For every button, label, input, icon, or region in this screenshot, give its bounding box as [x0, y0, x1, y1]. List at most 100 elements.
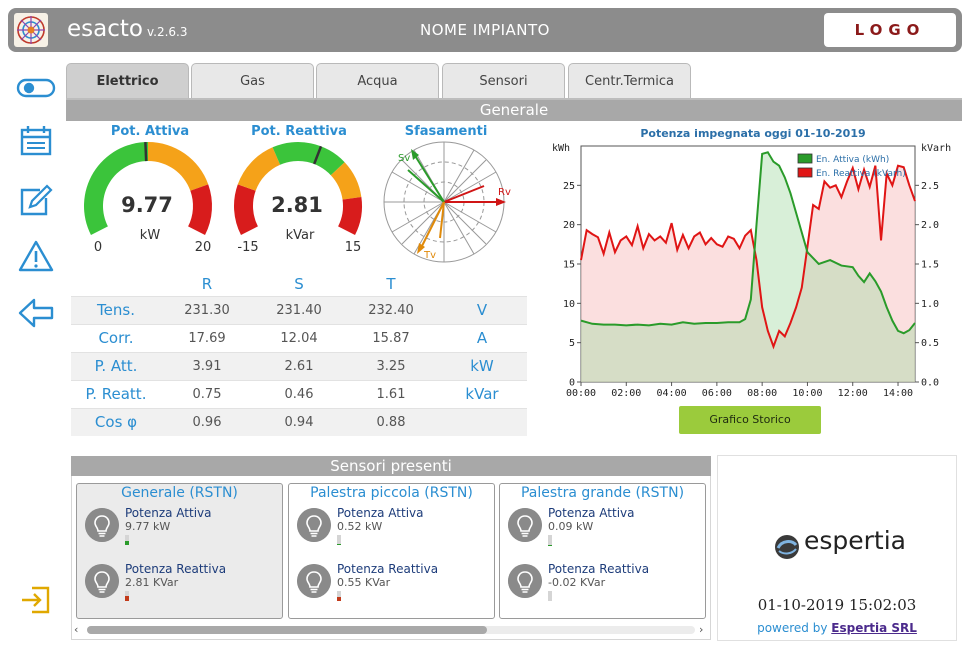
row-unit: V [437, 295, 527, 324]
section-title-generale: Generale [66, 100, 962, 121]
legend-swatch [797, 153, 813, 164]
app-root: esacto v.2.6.3 NOME IMPIANTO LOGO Elettri… [0, 0, 970, 647]
lightbulb-icon [508, 508, 542, 542]
row-label: Cos φ [71, 407, 161, 436]
table-row: Corr. 17.69 12.04 15.87 A [71, 323, 527, 352]
sensor-card-title: Palestra piccola (RSTN) [310, 485, 473, 501]
measures-header-t: T [386, 274, 396, 293]
warning-icon[interactable] [16, 238, 56, 274]
y-tick-label-left: 15 [563, 260, 575, 271]
measures-header-r: R [201, 274, 213, 293]
legend-swatch [797, 167, 813, 178]
sensor-row: Potenza Reattiva -0.02 KVar [508, 562, 698, 602]
plant-name: NOME IMPIANTO [419, 21, 550, 39]
table-row: P. Reatt. 0.75 0.46 1.61 kVar [71, 379, 527, 408]
gauge-reactive-unit: kVar [286, 228, 315, 243]
customer-logo: LOGO [824, 13, 956, 47]
sensor-row-label: Potenza Attiva [337, 506, 424, 520]
gauge-active-min: 0 [94, 240, 102, 255]
row-label: Corr. [71, 323, 161, 352]
sensor-row: Potenza Reattiva 2.81 KVar [85, 562, 275, 602]
tab-centr-termica[interactable]: Centr.Termica [568, 63, 691, 99]
gauge-band [272, 142, 345, 176]
sensor-row-value: 2.81 KVar [125, 576, 179, 589]
sensor-row-label: Potenza Attiva [548, 506, 635, 520]
row-unit: A [437, 323, 527, 352]
sensor-level-fill [337, 596, 341, 601]
gauge-band [84, 142, 148, 236]
tab-acqua[interactable]: Acqua [316, 63, 439, 99]
gauge-title-reactive: Pot. Reattiva [251, 124, 347, 139]
y-tick-label-left: 25 [563, 181, 575, 192]
measures-header-empty [71, 272, 161, 296]
y-tick-label-right: 0.0 [921, 378, 939, 389]
cell-s: 0.94 [253, 407, 345, 436]
lightbulb-icon [85, 508, 119, 542]
sensor-level-fill [337, 543, 341, 545]
scroll-left-icon[interactable]: ‹ [74, 623, 78, 636]
sensor-row-value: 0.52 kW [337, 520, 383, 533]
legend-label: En. Attiva (kWh) [816, 155, 889, 165]
gauge-active-unit: kW [140, 228, 161, 243]
tab-elettrico[interactable]: Elettrico [66, 63, 189, 99]
measures-header-row: R S T [71, 272, 527, 296]
gauge-reactive-power: 2.81 kVar -15 15 [234, 142, 362, 255]
sensor-card[interactable]: Palestra grande (RSTN) Potenza Attiva 0.09… [499, 483, 706, 619]
measures-header-s: S [294, 274, 304, 293]
cell-s: 0.46 [253, 379, 345, 408]
gauge-band [234, 184, 258, 236]
login-icon[interactable] [16, 582, 56, 618]
sensor-card-title: Generale (RSTN) [121, 485, 238, 501]
tab-sensori[interactable]: Sensori [442, 63, 565, 99]
sensor-card[interactable]: Generale (RSTN) Potenza Attiva 9.77 kW Pote… [76, 483, 283, 619]
x-tick-label: 04:00 [657, 388, 687, 399]
y-tick-label-right: 0.5 [921, 338, 939, 349]
row-unit: kW [437, 351, 527, 380]
y-tick-label-left: 10 [563, 299, 575, 310]
sensor-row: Potenza Attiva 9.77 kW [85, 506, 275, 546]
toggle-icon[interactable] [16, 70, 56, 106]
phasor-diagram: Sv Rv Tv [383, 141, 511, 263]
row-label: Tens. [71, 295, 161, 324]
gauge-reactive-min: -15 [237, 240, 258, 255]
phasor-label-rv: Rv [498, 187, 511, 198]
sensor-row-label: Potenza Reattiva [548, 562, 650, 576]
scroll-thumb[interactable] [87, 626, 487, 634]
back-arrow-icon[interactable] [16, 295, 56, 331]
cell-s: 231.40 [253, 295, 345, 324]
y-tick-label-right: 1.5 [921, 260, 939, 271]
table-row: Tens. 231.30 231.40 232.40 V [71, 295, 527, 324]
cell-r: 0.96 [161, 407, 253, 436]
measures-header-unit [437, 272, 527, 296]
sensor-level-bar [548, 535, 552, 545]
tab-gas[interactable]: Gas [191, 63, 314, 99]
sensor-level-bar [548, 591, 552, 601]
sensors-scrollbar[interactable]: ‹ › [73, 623, 709, 637]
scroll-right-icon[interactable]: › [699, 623, 703, 636]
x-tick-label: 00:00 [566, 388, 596, 399]
row-unit: kVar [437, 379, 527, 408]
dashboard-icon[interactable] [16, 124, 56, 160]
powered-by: powered by Espertia SRL [718, 621, 956, 635]
sensor-row: Potenza Attiva 0.09 kW [508, 506, 698, 546]
sensor-card[interactable]: Palestra piccola (RSTN) Potenza Attiva 0.5… [288, 483, 495, 619]
edit-icon[interactable] [16, 182, 56, 218]
history-chart-button[interactable]: Grafico Storico [679, 406, 821, 434]
current-datetime: 01-10-2019 15:02:03 [757, 596, 917, 614]
phasor-label-sv: Sv [398, 153, 410, 164]
cell-r: 0.75 [161, 379, 253, 408]
cell-s: 12.04 [253, 323, 345, 352]
cell-t: 15.87 [345, 323, 437, 352]
phasor-title: Sfasamenti [404, 124, 488, 139]
chart-ylabel-left: kWh [552, 143, 570, 154]
sensor-row: Potenza Reattiva 0.55 KVar [297, 562, 487, 602]
row-label: P. Att. [71, 351, 161, 380]
sensor-level-bar [337, 535, 341, 545]
cell-t: 0.88 [345, 407, 437, 436]
chart-ylabel-right: kVarh [921, 143, 951, 154]
sensor-row: Potenza Attiva 0.52 kW [297, 506, 487, 546]
cell-r: 3.91 [161, 351, 253, 380]
company-link[interactable]: Espertia SRL [831, 621, 917, 635]
sensor-row-value: -0.02 KVar [548, 576, 606, 589]
sensor-level-bar [125, 535, 129, 545]
